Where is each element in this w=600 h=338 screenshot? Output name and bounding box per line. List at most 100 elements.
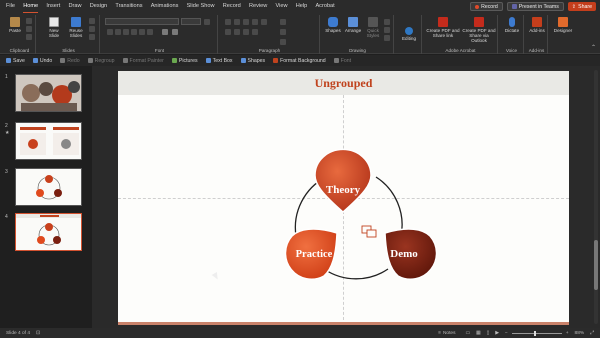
collapse-ribbon-icon[interactable]: ⌃ — [591, 44, 596, 51]
character-spacing-icon[interactable] — [139, 29, 145, 35]
create-pdf-outlook-button[interactable]: Create PDF and Share via Outlook — [461, 17, 497, 44]
strikethrough-icon[interactable] — [131, 29, 137, 35]
qat-pictures-button[interactable]: Pictures — [171, 58, 198, 64]
section-icon[interactable] — [89, 34, 95, 40]
editing-button[interactable]: Editing — [399, 27, 419, 41]
vertical-scrollbar[interactable] — [594, 70, 598, 324]
justify-icon[interactable] — [252, 29, 258, 35]
highlight-icon[interactable] — [162, 29, 168, 35]
qat-redo-button[interactable]: Redo — [60, 57, 80, 64]
align-left-icon[interactable] — [225, 29, 231, 35]
reset-icon[interactable] — [89, 26, 95, 32]
record-button[interactable]: Record — [470, 2, 503, 11]
numbering-icon[interactable] — [234, 19, 240, 25]
shape-effects-icon[interactable] — [384, 35, 390, 41]
add-ins-button[interactable]: Add-ins — [527, 17, 547, 33]
thumbnail-3-image — [36, 175, 62, 200]
reading-view-icon[interactable]: ▯ — [487, 331, 490, 336]
designer-button[interactable]: Designer — [552, 17, 574, 33]
slideshow-icon[interactable]: ▶ — [495, 331, 499, 336]
zoom-slider[interactable] — [511, 330, 562, 336]
share-button[interactable]: ⇪ Share — [567, 2, 596, 11]
qat-regroup-button[interactable]: Regroup — [87, 58, 115, 64]
smartart-icon[interactable] — [280, 39, 286, 45]
scrollbar-thumb[interactable] — [594, 240, 598, 290]
notes-button[interactable]: Notes — [443, 331, 456, 336]
create-pdf-share-link-button[interactable]: Create PDF and Share link — [426, 17, 460, 38]
qat-undo-button[interactable]: Undo — [32, 58, 52, 64]
qat-save-button[interactable]: Save — [6, 58, 25, 64]
present-in-teams-button[interactable]: Present in Teams — [506, 2, 564, 11]
shape-outline-icon[interactable] — [384, 27, 390, 33]
slide-canvas[interactable]: Ungrouped Theory Demo Practice — [118, 71, 569, 325]
menu-file[interactable]: File — [6, 0, 15, 13]
font-name-box[interactable] — [105, 18, 179, 25]
zoom-level[interactable]: 88% — [575, 331, 585, 336]
menu-slide-show[interactable]: Slide Show — [187, 0, 215, 13]
menu-transitions[interactable]: Transitions — [115, 0, 142, 13]
format-painter-icon[interactable] — [26, 34, 32, 40]
line-spacing-icon[interactable] — [261, 19, 267, 25]
add-ins-icon — [532, 17, 542, 27]
font-color-icon[interactable] — [172, 29, 178, 35]
align-text-icon[interactable] — [280, 29, 286, 35]
align-center-icon[interactable] — [234, 29, 240, 35]
slide-thumbnail-1[interactable] — [15, 74, 82, 112]
zoom-knob[interactable] — [533, 330, 536, 336]
slide-thumbnail-2[interactable] — [15, 122, 82, 160]
qat-format-painter-button[interactable]: Format Painter — [122, 58, 164, 64]
cut-icon[interactable] — [26, 18, 32, 24]
layout-icon[interactable] — [89, 18, 95, 24]
font-size-box[interactable] — [181, 18, 201, 25]
menu-draw[interactable]: Draw — [69, 0, 82, 13]
underline-icon[interactable] — [123, 29, 129, 35]
menu-design[interactable]: Design — [90, 0, 107, 13]
zoom-in-icon[interactable]: + — [566, 331, 569, 336]
accessibility-icon[interactable]: ⊡ — [36, 331, 40, 336]
voice-group: Dictate Voice — [500, 15, 524, 54]
qat-text-box-button[interactable]: Text Box — [205, 58, 233, 64]
align-right-icon[interactable] — [243, 29, 249, 35]
quick-styles-button[interactable]: Quick Styles — [364, 17, 382, 38]
qat-format-painter-icon — [122, 58, 128, 63]
text-direction-icon[interactable] — [280, 19, 286, 25]
shapes-button[interactable]: Shapes — [324, 17, 342, 33]
decrease-indent-icon[interactable] — [243, 19, 249, 25]
italic-icon[interactable] — [115, 29, 121, 35]
dictate-button[interactable]: Dictate — [502, 17, 522, 33]
arrange-button[interactable]: Arrange — [343, 17, 363, 33]
qat-font-button[interactable]: Font — [333, 58, 351, 64]
new-slide-button[interactable]: New Slide — [44, 17, 64, 38]
ungroup-icon — [361, 225, 377, 238]
menu-record[interactable]: Record — [223, 0, 241, 13]
slide-thumbnail-3[interactable] — [15, 168, 82, 206]
qat-redo-icon — [60, 58, 66, 63]
fit-slide-icon[interactable]: ⤢ — [590, 330, 594, 336]
increase-indent-icon[interactable] — [252, 19, 258, 25]
demo-shape[interactable]: Demo — [384, 228, 438, 280]
theory-shape[interactable]: Theory — [314, 148, 372, 213]
change-case-icon[interactable] — [147, 29, 153, 35]
menu-help[interactable]: Help — [296, 0, 308, 13]
shape-fill-icon[interactable] — [384, 19, 390, 25]
menu-acrobat[interactable]: Acrobat — [315, 0, 334, 13]
qat-shapes-button[interactable]: Shapes — [240, 58, 265, 64]
bullets-icon[interactable] — [225, 19, 231, 25]
qat-label: Redo — [67, 57, 80, 64]
normal-view-icon[interactable]: ▭ — [465, 331, 470, 336]
menu-view[interactable]: View — [276, 0, 288, 13]
slide-thumbnail-4[interactable] — [15, 213, 82, 251]
zoom-out-icon[interactable]: − — [505, 331, 508, 336]
slide-sorter-icon[interactable]: ▦ — [476, 331, 481, 336]
copy-icon[interactable] — [26, 26, 32, 32]
grow-font-icon[interactable] — [204, 19, 210, 25]
menu-review[interactable]: Review — [249, 0, 267, 13]
menu-animations[interactable]: Animations — [151, 0, 179, 13]
reuse-slides-button[interactable]: Reuse Slides — [66, 17, 86, 38]
menu-insert[interactable]: Insert — [46, 0, 60, 13]
qat-format-background-button[interactable]: Format Background — [273, 58, 326, 64]
bold-icon[interactable] — [107, 29, 113, 35]
menu-home[interactable]: Home — [23, 1, 39, 13]
ribbon: Paste Clipboard New Slide Reuse Slides S… — [0, 13, 600, 54]
paste-button[interactable]: Paste — [7, 17, 23, 33]
